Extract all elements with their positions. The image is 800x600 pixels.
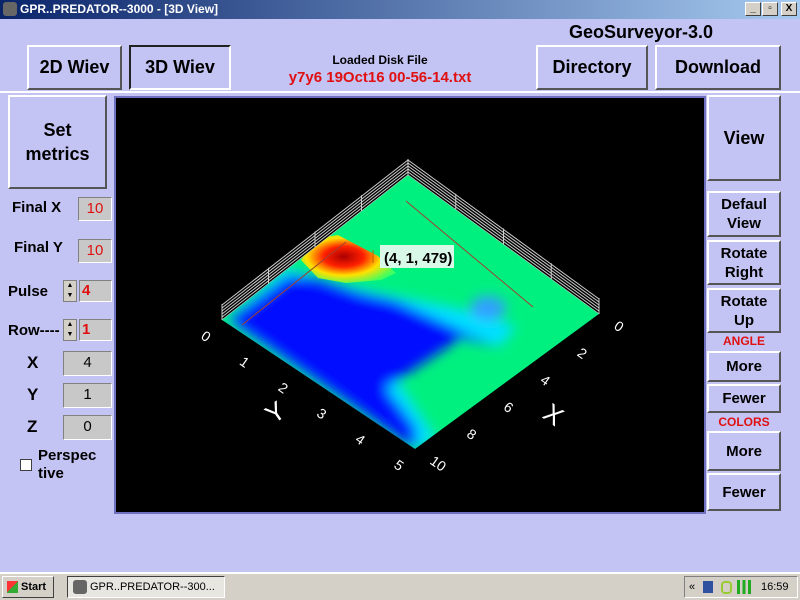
network-icon[interactable]	[703, 581, 713, 593]
directory-button[interactable]: Directory	[536, 45, 648, 90]
tray-expand-button[interactable]: «	[689, 577, 695, 597]
y-label: Y	[27, 385, 39, 404]
3d-view-button[interactable]: 3D Wiev	[129, 45, 231, 90]
row-field[interactable]: 1	[79, 319, 112, 341]
z-label: Z	[27, 417, 38, 436]
angle-fewer-button[interactable]: Fewer	[707, 384, 781, 413]
app-icon	[73, 580, 87, 594]
plot-area[interactable]: 0 1 2 3 4 5 0 2 4 6 8 10 (4, 1, 479) Y X	[114, 96, 706, 514]
angle-more-button[interactable]: More	[707, 351, 781, 382]
x-tick-label: 8	[464, 425, 480, 443]
2d-view-button[interactable]: 2D Wiev	[27, 45, 122, 90]
x-tick-label: 0	[611, 317, 627, 335]
set-metrics-button[interactable]: Set metrics	[8, 95, 107, 189]
y-tick-label: 1	[237, 353, 253, 371]
minimize-button[interactable]: _	[745, 2, 761, 16]
loaded-file-name: y7y6 19Oct16 00-56-14.txt	[288, 69, 472, 86]
window-title: GPR..PREDATOR--3000 - [3D View]	[20, 2, 219, 16]
system-tray: « 16:59	[684, 576, 798, 598]
final-x-field[interactable]: 10	[78, 197, 112, 221]
colors-more-button[interactable]: More	[707, 431, 781, 471]
surface-dip	[470, 296, 506, 320]
pulse-field[interactable]: 4	[79, 280, 112, 302]
app-name: GeoSurveyor-3.0	[569, 22, 714, 42]
x-axis-label: X	[538, 397, 569, 432]
y-tick-label: 4	[353, 431, 369, 449]
y-field: 1	[63, 383, 112, 408]
default-view-button[interactable]: Defaul View	[707, 191, 781, 237]
y-tick-label: 2	[275, 379, 291, 397]
y-axis-label: Y	[259, 395, 290, 430]
pulse-spinner[interactable]: ▲ ▼	[63, 280, 77, 302]
view-button[interactable]: View	[707, 95, 781, 181]
close-button[interactable]: X	[781, 2, 797, 16]
final-x-label: Final X	[12, 199, 62, 216]
y-tick-label: 5	[391, 456, 407, 474]
windows-logo-icon	[7, 581, 18, 593]
final-y-label: Final Y	[14, 239, 63, 256]
start-label: Start	[21, 581, 47, 593]
x-tick-label: 2	[574, 344, 590, 362]
taskbar-app-button[interactable]: GPR..PREDATOR--300...	[67, 576, 225, 598]
row-label: Row----	[8, 322, 60, 339]
restore-button[interactable]: ▫	[762, 2, 778, 16]
pulse-label: Pulse	[8, 283, 49, 300]
angle-label: ANGLE	[723, 334, 765, 348]
download-button[interactable]: Download	[655, 45, 781, 90]
rotate-right-button[interactable]: Rotate Right	[707, 240, 781, 285]
clock[interactable]: 16:59	[761, 577, 789, 597]
y-tick-label: 3	[314, 405, 330, 423]
start-button[interactable]: Start	[2, 576, 54, 598]
colors-label: COLORS	[718, 415, 770, 429]
perspective-label: Perspec tive	[38, 447, 97, 482]
battery-icon[interactable]	[721, 581, 732, 594]
x-field: 4	[63, 351, 112, 376]
title-bar: GPR..PREDATOR--3000 - [3D View]	[0, 0, 800, 19]
taskbar: Start GPR..PREDATOR--300... « 16:59	[0, 572, 800, 600]
y-tick-label: 0	[198, 327, 214, 345]
x-tick-label: 4	[538, 371, 554, 389]
perspective-checkbox[interactable]	[20, 459, 32, 471]
app-icon	[3, 2, 17, 16]
z-field: 0	[63, 415, 112, 440]
signal-icon[interactable]	[737, 580, 751, 594]
taskbar-app-label: GPR..PREDATOR--300...	[90, 581, 215, 593]
loaded-file-label: Loaded Disk File	[332, 53, 428, 67]
surface-plot[interactable]: 0 1 2 3 4 5 0 2 4 6 8 10 (4, 1, 479) Y X	[116, 98, 704, 512]
final-y-field[interactable]: 10	[78, 239, 112, 263]
point-tooltip: (4, 1, 479)	[384, 250, 452, 267]
row-spinner[interactable]: ▲ ▼	[63, 319, 77, 341]
colors-fewer-button[interactable]: Fewer	[707, 473, 781, 511]
divider	[0, 91, 800, 93]
rotate-up-button[interactable]: Rotate Up	[707, 288, 781, 333]
x-label: X	[27, 353, 39, 372]
x-tick-label: 10	[427, 452, 449, 474]
x-tick-label: 6	[501, 398, 517, 416]
